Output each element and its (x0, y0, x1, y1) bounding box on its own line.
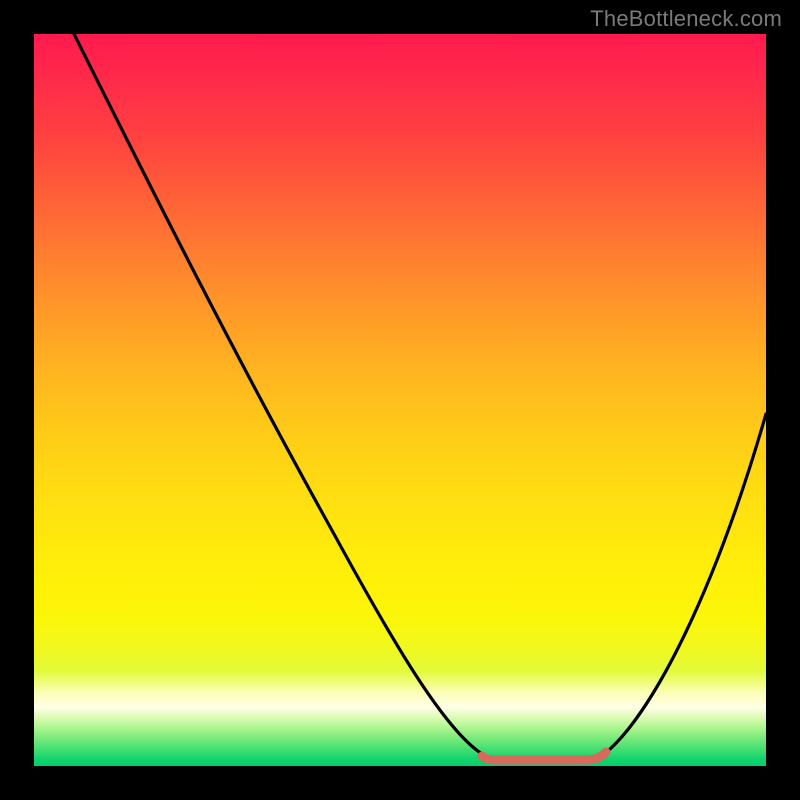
plot-area (34, 34, 766, 766)
bottleneck-curve-path (74, 34, 766, 758)
watermark-text: TheBottleneck.com (590, 6, 782, 32)
bottleneck-curve-svg (34, 34, 766, 766)
chart-frame: TheBottleneck.com (0, 0, 800, 800)
optimum-range-marker (482, 752, 606, 760)
